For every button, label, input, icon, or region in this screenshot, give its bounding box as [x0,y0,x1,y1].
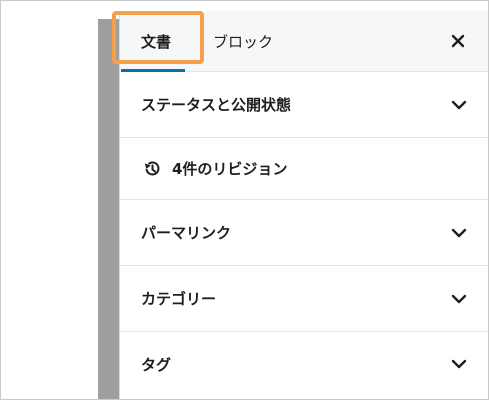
chevron-down-icon [451,100,467,109]
close-sidebar-button[interactable] [447,30,469,52]
tab-document-label: 文書 [141,32,172,51]
screenshot-frame: 文書 ブロック ステータスと公開状態 4件のリビジョン パーマリンク カテゴリー… [0,0,489,400]
settings-sidebar: 文書 ブロック ステータスと公開状態 4件のリビジョン パーマリンク カテゴリー… [119,11,488,399]
sidebar-tab-bar: 文書 ブロック [120,11,488,72]
panel-tags-label: タグ [141,355,172,374]
panel-revisions[interactable]: 4件のリビジョン [120,138,488,200]
chevron-down-icon [451,294,467,303]
panel-revisions-label: 4件のリビジョン [172,160,288,178]
close-icon [451,34,465,48]
chevron-down-icon [451,228,467,237]
panel-status-visibility-label: ステータスと公開状態 [141,96,292,114]
editor-canvas [1,1,98,399]
canvas-edge-strip [98,19,119,399]
tab-block[interactable]: ブロック [213,11,273,71]
panel-permalink-label: パーマリンク [141,224,232,242]
panel-categories[interactable]: カテゴリー [120,266,488,332]
tab-block-label: ブロック [213,32,274,51]
chevron-down-icon [451,359,467,369]
panel-categories-label: カテゴリー [141,290,217,308]
panel-status-visibility[interactable]: ステータスと公開状態 [120,72,488,138]
tab-document[interactable]: 文書 [121,11,186,72]
panel-tags[interactable]: タグ [120,332,488,396]
revision-history-icon [144,161,160,175]
panel-permalink[interactable]: パーマリンク [120,200,488,266]
